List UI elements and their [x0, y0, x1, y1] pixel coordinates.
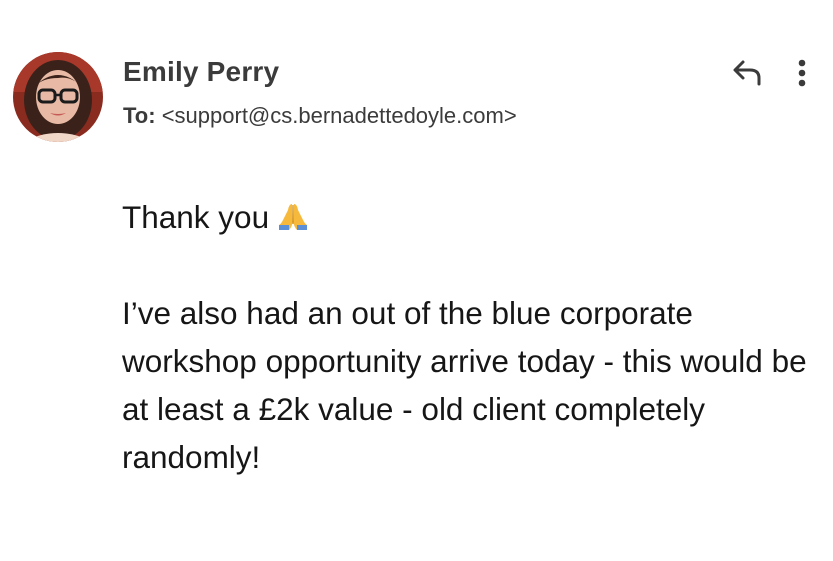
reply-arrow-icon	[733, 60, 761, 86]
greeting-line: Thank you	[122, 193, 812, 241]
vertical-dots-icon	[798, 59, 806, 87]
email-body: Thank you I’ve also had an out of the bl…	[122, 193, 812, 481]
sender-name: Emily Perry	[123, 56, 280, 87]
message-paragraph: I’ve also had an out of the blue corpora…	[122, 295, 807, 475]
thank-you-text: Thank you	[122, 199, 270, 235]
avatar-photo	[13, 52, 103, 142]
folded-hands-emoji-icon	[275, 197, 311, 230]
reply-button[interactable]	[730, 57, 766, 87]
recipient-address: <support@cs.bernadettedoyle.com>	[161, 103, 517, 128]
recipient-line: To: <support@cs.bernadettedoyle.com>	[123, 103, 517, 129]
more-options-button[interactable]	[790, 58, 814, 90]
recipient-label: To:	[123, 103, 156, 128]
sender-avatar[interactable]	[13, 52, 103, 142]
